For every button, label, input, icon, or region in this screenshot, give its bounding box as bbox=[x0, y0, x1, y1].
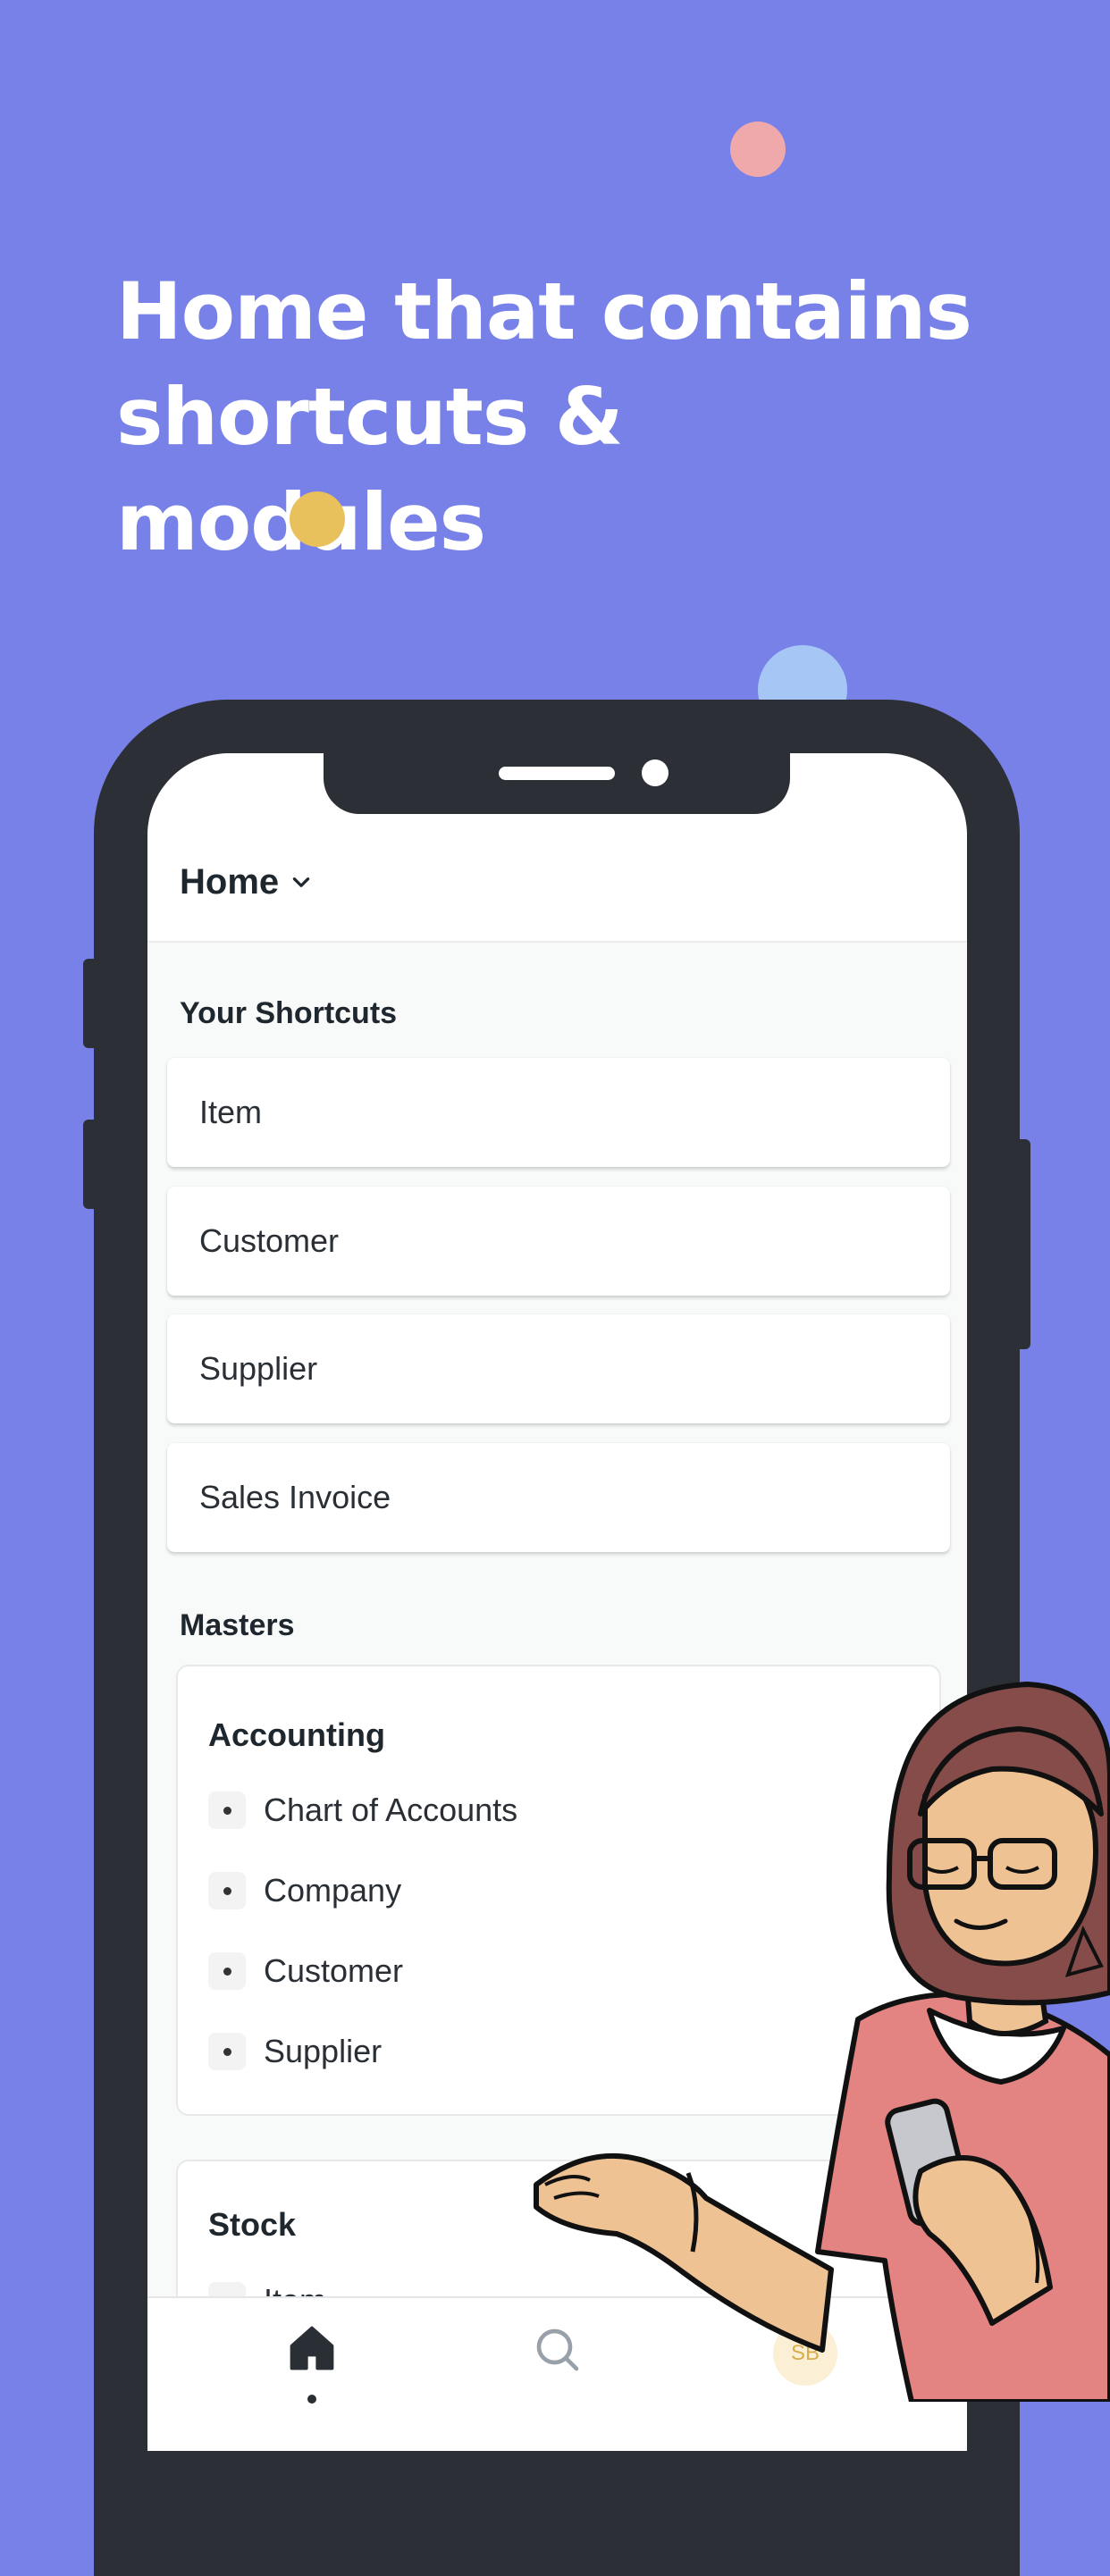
module-link-chart-of-accounts[interactable]: Chart of Accounts bbox=[208, 1791, 517, 1829]
module-link-customer[interactable]: Customer bbox=[208, 1952, 403, 1990]
module-link-label: Company bbox=[264, 1872, 402, 1909]
phone-notch bbox=[324, 753, 790, 814]
bullet-icon bbox=[208, 1872, 246, 1909]
phone-speaker bbox=[499, 767, 615, 780]
module-link-label: Customer bbox=[264, 1952, 404, 1989]
bullet-icon bbox=[208, 1791, 246, 1829]
module-link-company[interactable]: Company bbox=[208, 1872, 401, 1909]
shortcut-item[interactable]: Item bbox=[167, 1058, 950, 1167]
page-title: Home bbox=[180, 862, 280, 902]
home-icon[interactable] bbox=[285, 2321, 339, 2375]
shortcuts-section-title: Your Shortcuts bbox=[180, 996, 398, 1030]
masters-section-title: Masters bbox=[180, 1608, 295, 1642]
chevron-down-icon bbox=[292, 877, 310, 887]
decorative-dot-pink bbox=[730, 122, 786, 177]
decorative-dot-yellow bbox=[290, 491, 345, 547]
bullet-icon bbox=[208, 1952, 246, 1990]
module-title: Accounting bbox=[208, 1716, 385, 1753]
shortcut-label: Item bbox=[199, 1094, 263, 1130]
shortcut-label: Sales Invoice bbox=[199, 1479, 391, 1515]
woman-with-phone-illustration bbox=[534, 1682, 1110, 2402]
active-tab-indicator bbox=[307, 2395, 316, 2404]
module-title: Stock bbox=[208, 2206, 297, 2243]
module-link-supplier[interactable]: Supplier bbox=[208, 2033, 382, 2070]
shortcut-sales-invoice[interactable]: Sales Invoice bbox=[167, 1443, 950, 1552]
shortcut-label: Supplier bbox=[199, 1350, 318, 1387]
phone-camera bbox=[642, 759, 669, 786]
headline-line-2: shortcuts & modules bbox=[116, 371, 624, 568]
bullet-icon bbox=[208, 2033, 246, 2070]
marketing-headline: Home that contains shortcuts & modules bbox=[116, 259, 1010, 575]
shortcut-label: Customer bbox=[199, 1222, 340, 1259]
shortcut-supplier[interactable]: Supplier bbox=[167, 1314, 950, 1423]
shortcut-customer[interactable]: Customer bbox=[167, 1187, 950, 1296]
workspace-switcher[interactable]: Home bbox=[180, 862, 313, 902]
module-link-label: Supplier bbox=[264, 2033, 383, 2069]
module-link-label: Chart of Accounts bbox=[264, 1791, 518, 1828]
headline-line-1: Home that contains bbox=[116, 265, 972, 357]
